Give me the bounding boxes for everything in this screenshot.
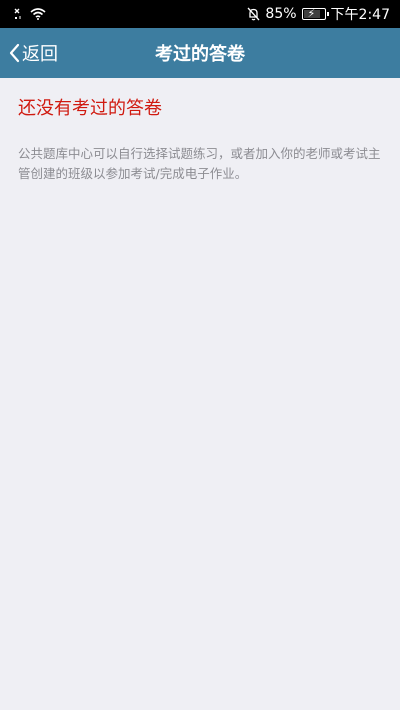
status-bar: 85% ⚡ 下午2:47 xyxy=(0,0,400,28)
nav-bar: 返回 考过的答卷 xyxy=(0,28,400,78)
battery-percent: 85% xyxy=(265,6,297,22)
status-right: 85% ⚡ 下午2:47 xyxy=(247,4,390,24)
back-button[interactable]: 返回 xyxy=(8,28,58,78)
chevron-left-icon xyxy=(8,43,20,63)
back-label: 返回 xyxy=(22,44,58,65)
status-left xyxy=(14,8,46,20)
main-content: 还没有考过的答卷 公共题库中心可以自行选择试题练习，或者加入你的老师或考试主管创… xyxy=(0,78,400,184)
sim-no-signal-icon xyxy=(14,8,24,20)
page-title: 考过的答卷 xyxy=(155,44,245,65)
status-time: 下午2:47 xyxy=(330,7,390,23)
empty-state-description: 公共题库中心可以自行选择试题练习，或者加入你的老师或考试主管创建的班级以参加考试… xyxy=(18,146,381,181)
battery-icon: ⚡ xyxy=(301,7,329,20)
notifications-muted-icon xyxy=(247,7,260,21)
wifi-icon xyxy=(30,8,46,20)
empty-state-title: 还没有考过的答卷 xyxy=(18,98,162,119)
battery-bolt: ⚡ xyxy=(307,7,316,20)
